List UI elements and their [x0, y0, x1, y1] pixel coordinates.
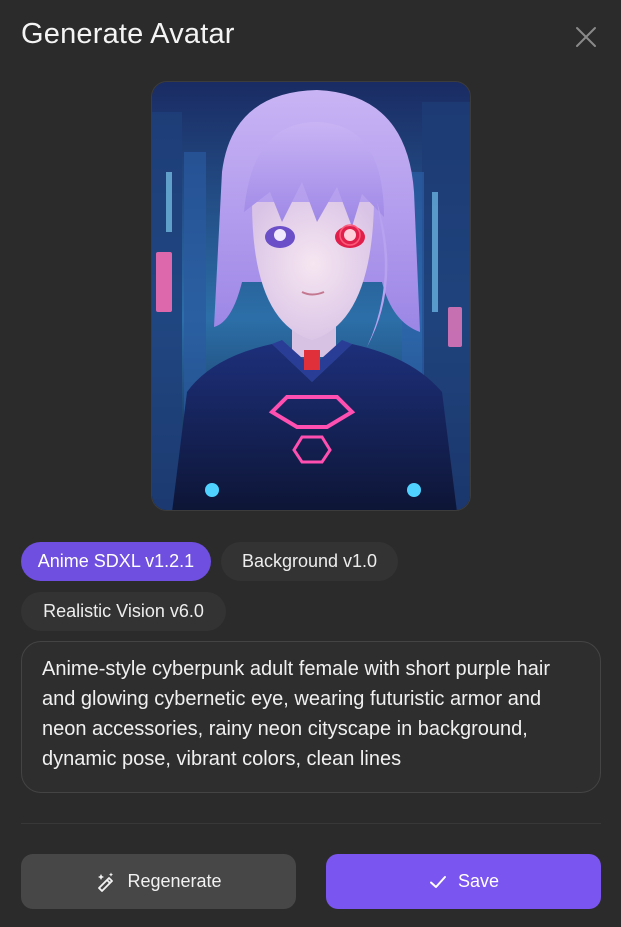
prompt-text: Anime-style cyberpunk adult female with … [42, 658, 551, 770]
save-label: Save [457, 871, 500, 891]
regenerate-button[interactable]: Regenerate [21, 854, 296, 909]
model-chip-realistic-vision[interactable]: Realistic Vision v6.0 [21, 592, 226, 631]
model-chip-background[interactable]: Background v1.0 [221, 542, 398, 581]
prompt-textarea[interactable]: Anime-style cyberpunk adult female with … [21, 641, 601, 793]
model-chip-anime-sdxl[interactable]: Anime SDXL v1.2.1 [21, 542, 211, 581]
avatar-preview-image [151, 81, 471, 511]
close-icon [576, 27, 596, 47]
close-button[interactable] [571, 22, 601, 52]
save-button[interactable]: Save [326, 854, 601, 909]
divider [21, 823, 601, 824]
generate-avatar-dialog: Generate Avatar Anime SDXL v1.2.1 Backgr… [0, 0, 621, 927]
magic-wand-icon [95, 871, 117, 893]
regenerate-label: Regenerate [127, 871, 222, 891]
check-icon [428, 872, 448, 892]
dialog-title: Generate Avatar [21, 18, 235, 50]
